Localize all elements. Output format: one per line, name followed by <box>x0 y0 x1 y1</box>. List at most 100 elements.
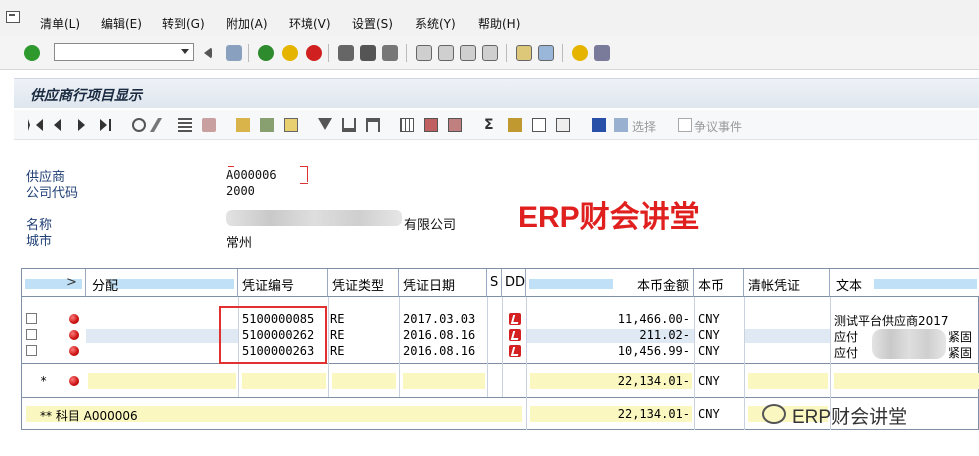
new-session-icon[interactable] <box>516 45 532 61</box>
back-icon[interactable] <box>258 45 274 61</box>
column-header-dd[interactable]: DD <box>502 269 526 297</box>
dunning-icon[interactable] <box>509 313 521 325</box>
status-red-icon <box>69 376 79 386</box>
subtotal-bar <box>88 373 236 389</box>
next-item-icon[interactable] <box>78 119 85 131</box>
total-currency: CNY <box>698 407 720 421</box>
row-checkbox[interactable] <box>26 329 37 340</box>
column-header-doc-date[interactable]: 凭证日期 <box>399 269 487 297</box>
command-field[interactable] <box>54 43 194 61</box>
display-icon[interactable] <box>132 118 146 132</box>
column-header-doc-no[interactable]: 凭证编号 <box>238 269 328 297</box>
column-header-amount[interactable]: 本币金额 <box>526 269 694 297</box>
column-header-clearing-doc[interactable]: 清帐凭证 <box>744 269 830 297</box>
company-code-value: 2000 <box>226 184 255 198</box>
first-item-arrow-icon[interactable] <box>36 119 43 131</box>
select-icon[interactable] <box>614 118 628 132</box>
row-shading <box>744 329 830 343</box>
column-header-label: 本币金额 <box>636 279 689 294</box>
previous-item-icon[interactable] <box>54 119 61 131</box>
column-header-text[interactable]: 文本 <box>830 269 979 297</box>
print-icon[interactable] <box>338 45 354 61</box>
subtotal-icon[interactable] <box>508 118 522 132</box>
subtotal-bar <box>332 373 396 389</box>
subtotal-bar <box>748 373 828 389</box>
layout-icon[interactable] <box>424 118 438 132</box>
row-divider <box>22 397 979 398</box>
row-checkbox[interactable] <box>26 345 37 356</box>
menu-item-settings[interactable]: 设置(S) <box>352 15 393 32</box>
expand-icon[interactable] <box>532 118 546 132</box>
first-page-icon[interactable] <box>416 45 432 61</box>
menu-item-environment[interactable]: 环境(V) <box>289 15 331 32</box>
sort-ascending-icon[interactable] <box>342 118 356 132</box>
menu-item-help[interactable]: 帮助(H) <box>478 15 520 32</box>
column-line <box>487 297 488 397</box>
doc-type: RE <box>330 312 345 326</box>
layout-menu-icon[interactable] <box>594 45 610 61</box>
find-next-icon[interactable] <box>382 45 398 61</box>
column-line <box>328 297 329 397</box>
column-header-select[interactable]: > <box>22 269 86 297</box>
find-icon[interactable] <box>360 45 376 61</box>
dispute-label[interactable]: 争议事件 <box>694 118 742 135</box>
info-icon[interactable] <box>592 118 606 132</box>
shortcut-icon[interactable] <box>538 45 554 61</box>
previous-page-icon[interactable] <box>438 45 454 61</box>
help-icon[interactable] <box>572 45 588 61</box>
exit-icon[interactable] <box>282 45 298 61</box>
dunning-icon[interactable] <box>509 329 521 341</box>
layout-save-icon[interactable] <box>448 118 462 132</box>
currency: CNY <box>698 344 720 358</box>
sort-descending-icon[interactable] <box>366 118 380 132</box>
last-item-icon[interactable] <box>100 119 107 131</box>
column-header-label: 清帐凭证 <box>748 279 801 294</box>
menu-item-system[interactable]: 系统(Y) <box>415 15 456 32</box>
cancel-icon[interactable] <box>306 45 322 61</box>
change-icon[interactable] <box>149 118 163 132</box>
select-all-icon[interactable] <box>178 118 192 132</box>
amount: 211.02- <box>639 328 690 342</box>
chevron-down-icon[interactable] <box>181 49 189 54</box>
doc-date: 2017.03.03 <box>403 312 476 326</box>
menu-item-list[interactable]: 清单(L) <box>40 15 80 32</box>
dunning-icon[interactable] <box>509 345 521 357</box>
save-layout-icon[interactable] <box>260 118 274 132</box>
document-icon[interactable] <box>284 118 298 132</box>
collapse-icon[interactable] <box>556 118 570 132</box>
row-checkbox[interactable] <box>26 313 37 324</box>
columns-icon[interactable] <box>400 118 414 132</box>
sum-icon[interactable]: Σ <box>484 118 498 132</box>
column-header-assignment[interactable]: 分配 <box>86 269 238 297</box>
row-shading <box>86 329 238 343</box>
deselect-icon[interactable] <box>202 118 216 132</box>
enter-icon[interactable] <box>24 45 40 61</box>
line-text: 应付 <box>834 330 859 344</box>
dispute-document-icon[interactable] <box>678 118 692 132</box>
column-header-doc-type[interactable]: 凭证类型 <box>328 269 399 297</box>
system-menu-icon[interactable] <box>6 11 20 23</box>
subtotal-amount: 22,134.01- <box>617 374 690 388</box>
focus-marker <box>300 183 308 184</box>
save-icon[interactable] <box>226 45 242 61</box>
select-label[interactable]: 选择 <box>632 118 656 135</box>
next-page-icon[interactable] <box>460 45 476 61</box>
menu-item-edit[interactable]: 编辑(E) <box>101 15 142 32</box>
row-divider <box>22 363 979 364</box>
vendor-value[interactable]: A000006 <box>226 168 277 182</box>
first-item-icon[interactable] <box>28 119 30 131</box>
column-header-label: 本币 <box>698 279 725 294</box>
menu-item-goto[interactable]: 转到(G) <box>162 15 205 32</box>
amount: 10,456.99- <box>617 344 690 358</box>
status-red-icon <box>69 314 79 324</box>
status-red-icon <box>69 330 79 340</box>
column-header-status[interactable]: S <box>487 269 502 297</box>
column-header-currency[interactable]: 本币 <box>694 269 744 297</box>
menu-item-extras[interactable]: 附加(A) <box>226 15 268 32</box>
choose-icon[interactable] <box>236 118 250 132</box>
last-item-bar-icon <box>109 119 111 131</box>
standard-toolbar <box>0 36 979 70</box>
filter-icon[interactable] <box>318 118 332 130</box>
back-arrow-icon[interactable] <box>204 47 212 59</box>
last-page-icon[interactable] <box>482 45 498 61</box>
